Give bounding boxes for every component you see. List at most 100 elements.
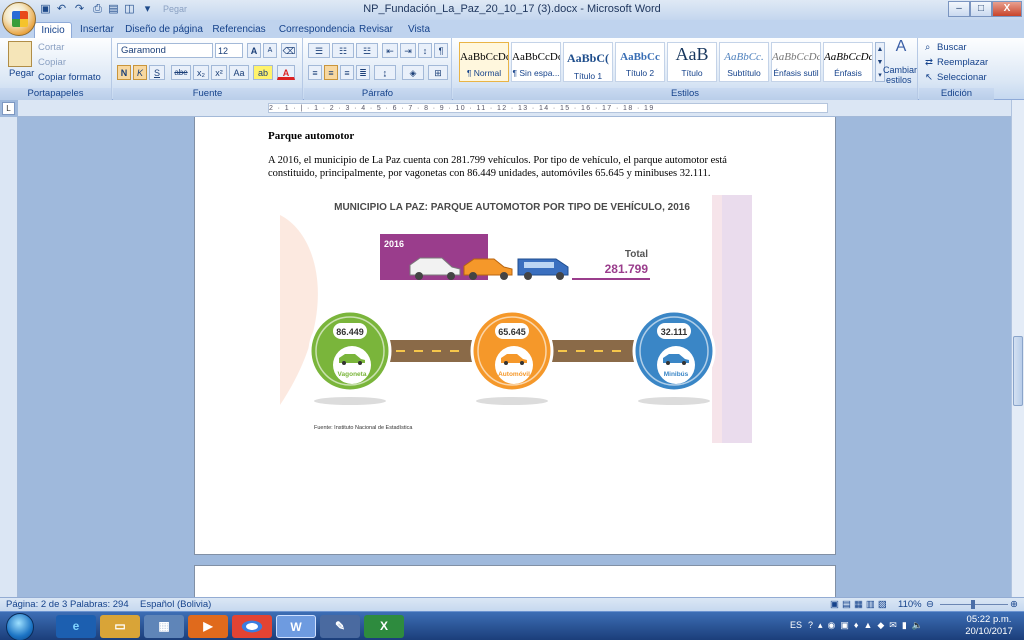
vehicle-label: Minibús <box>664 371 689 378</box>
bold-button[interactable]: N <box>117 65 131 80</box>
word-count[interactable]: Palabras: 294 <box>70 599 129 610</box>
tab-diseno[interactable]: Diseño de página <box>124 22 204 38</box>
increase-indent-icon[interactable]: ⇥ <box>400 43 416 58</box>
start-button[interactable] <box>6 613 34 640</box>
styles-scroll-icon[interactable]: ▲ ▼ ▾ <box>875 42 885 82</box>
style-sin-espacio[interactable]: AaBbCcDc ¶ Sin espa... <box>511 42 561 82</box>
document-page-next[interactable] <box>194 565 836 597</box>
maximize-button[interactable]: □ <box>970 1 992 17</box>
chrome-icon[interactable] <box>232 615 272 638</box>
infographic-title: MUNICIPIO LA PAZ: PARQUE AUTOMOTOR POR T… <box>334 200 690 213</box>
page-indicator[interactable]: Página: 2 de 3 <box>6 599 67 610</box>
subscript-button[interactable]: x₂ <box>193 65 209 80</box>
media-player-icon[interactable]: ▶ <box>188 615 228 638</box>
calculator-icon[interactable]: ▦ <box>144 615 184 638</box>
tab-revisar[interactable]: Revisar <box>356 22 396 38</box>
vertical-ruler[interactable] <box>0 117 18 597</box>
view-buttons-icon[interactable]: ▣▤▦▥▧ <box>830 599 890 610</box>
save-icon[interactable]: ▣ <box>38 2 53 17</box>
font-name-select[interactable]: Garamond <box>117 43 213 58</box>
vertical-scrollbar[interactable] <box>1011 100 1024 597</box>
find-button[interactable]: Buscar <box>937 42 967 53</box>
change-styles-label-2[interactable]: estilos <box>886 75 912 85</box>
clock[interactable]: 05:22 p.m. 20/10/2017 <box>960 614 1018 638</box>
replace-button[interactable]: Reemplazar <box>937 57 988 68</box>
font-color-button[interactable]: A <box>277 65 295 80</box>
zoom-out-icon[interactable]: ⊖ <box>926 599 934 610</box>
tab-insertar[interactable]: Insertar <box>76 22 118 38</box>
preview-icon[interactable]: ◫ <box>122 2 137 17</box>
infographic-image[interactable]: MUNICIPIO LA PAZ: PARQUE AUTOMOTOR POR T… <box>280 195 752 443</box>
style-subtitulo[interactable]: AaBbCc. Subtítulo <box>719 42 769 82</box>
zoom-level[interactable]: 110% <box>898 599 922 610</box>
redo-icon[interactable]: ↷ <box>72 2 87 17</box>
strike-button[interactable]: abe <box>171 65 191 80</box>
shading-icon[interactable]: ◈ <box>402 65 424 80</box>
show-marks-button[interactable]: ¶ <box>434 43 448 58</box>
style-titulo[interactable]: AaB Título <box>667 42 717 82</box>
close-button[interactable]: X <box>992 1 1022 17</box>
align-right-icon[interactable]: ≡ <box>340 65 354 80</box>
group-label-clipboard: Portapapeles <box>0 88 111 100</box>
word-icon[interactable]: W <box>276 615 316 638</box>
paint-icon[interactable]: ✎ <box>320 615 360 638</box>
align-left-icon[interactable]: ≡ <box>308 65 322 80</box>
road-lane-mark <box>558 350 567 352</box>
change-styles-icon[interactable]: A <box>887 39 915 62</box>
italic-button[interactable]: K <box>133 65 147 80</box>
vehicle-value: 86.449 <box>336 327 364 337</box>
qat-dropdown-icon[interactable]: ▾ <box>140 2 155 17</box>
tab-referencias[interactable]: Referencias <box>208 22 270 38</box>
office-button[interactable] <box>2 2 36 36</box>
decrease-indent-icon[interactable]: ⇤ <box>382 43 398 58</box>
style-titulo-1[interactable]: AaBbC(Título 1 <box>563 42 613 82</box>
font-size-select[interactable]: 12 <box>215 43 243 58</box>
underline-button[interactable]: S <box>149 65 165 80</box>
grow-font-button[interactable]: A <box>247 43 261 58</box>
tab-inicio[interactable]: Inicio <box>34 22 72 38</box>
style-titulo-2[interactable]: AaBbCc Título 2 <box>615 42 665 82</box>
align-center-icon[interactable]: ≡ <box>324 65 338 80</box>
horizontal-ruler[interactable]: 2 · 1 · | · 1 · 2 · 3 · 4 · 5 · 6 · 7 · … <box>18 100 1024 117</box>
scroll-thumb[interactable] <box>1013 336 1023 406</box>
select-button[interactable]: Seleccionar <box>937 72 987 83</box>
zoom-in-icon[interactable]: ⊕ <box>1010 599 1018 610</box>
style-enfasis[interactable]: AaBbCcDc Énfasis <box>823 42 873 82</box>
excel-icon[interactable]: X <box>364 615 404 638</box>
print-icon[interactable]: ⎙ <box>90 2 105 17</box>
zoom-slider-thumb[interactable] <box>971 600 975 609</box>
tray-icons[interactable]: ?▴◉▣♦▲◆✉▮🔈 <box>808 620 928 631</box>
style-normal[interactable]: AaBbCcDc ¶ Normal <box>459 42 509 82</box>
tab-selector[interactable]: L <box>2 102 15 115</box>
justify-icon[interactable]: ≣ <box>356 65 370 80</box>
highlight-button[interactable]: ab <box>253 65 273 80</box>
minimize-button[interactable]: – <box>948 1 970 17</box>
superscript-button[interactable]: x² <box>211 65 227 80</box>
borders-icon[interactable]: ⊞ <box>428 65 448 80</box>
copy-button[interactable]: Copiar <box>38 57 66 68</box>
quick-print-icon[interactable]: ▤ <box>106 2 121 17</box>
tab-vista[interactable]: Vista <box>402 22 436 38</box>
paste-button[interactable]: Pegar <box>9 68 34 79</box>
vehicle-icon-bg <box>657 346 695 384</box>
numbering-icon[interactable]: ☷ <box>332 43 354 58</box>
format-painter-button[interactable]: Copiar formato <box>38 72 101 83</box>
sort-icon[interactable]: ↕ <box>418 43 432 58</box>
explorer-icon[interactable]: ▭ <box>100 615 140 638</box>
style-enfasis-sutil[interactable]: AaBbCcDc Énfasis sutil <box>771 42 821 82</box>
clear-format-button[interactable]: ⌫ <box>281 43 297 58</box>
ie-icon[interactable]: e <box>56 615 96 638</box>
change-styles-label[interactable]: Cambiar <box>883 65 917 75</box>
paste-icon[interactable] <box>8 41 32 67</box>
undo-icon[interactable]: ↶ <box>54 2 69 17</box>
change-case-button[interactable]: Aa <box>229 65 249 80</box>
multilevel-icon[interactable]: ☳ <box>356 43 378 58</box>
cut-button[interactable]: Cortar <box>38 42 64 53</box>
tab-correspondencia[interactable]: Correspondencia <box>275 22 359 38</box>
bullets-icon[interactable]: ☰ <box>308 43 330 58</box>
input-language[interactable]: ES <box>790 620 802 630</box>
document-page[interactable]: Parque automotor A 2016, el municipio de… <box>194 117 836 555</box>
language-indicator[interactable]: Español (Bolivia) <box>140 599 211 610</box>
shrink-font-button[interactable]: A <box>263 43 277 58</box>
line-spacing-icon[interactable]: ↨ <box>374 65 396 80</box>
